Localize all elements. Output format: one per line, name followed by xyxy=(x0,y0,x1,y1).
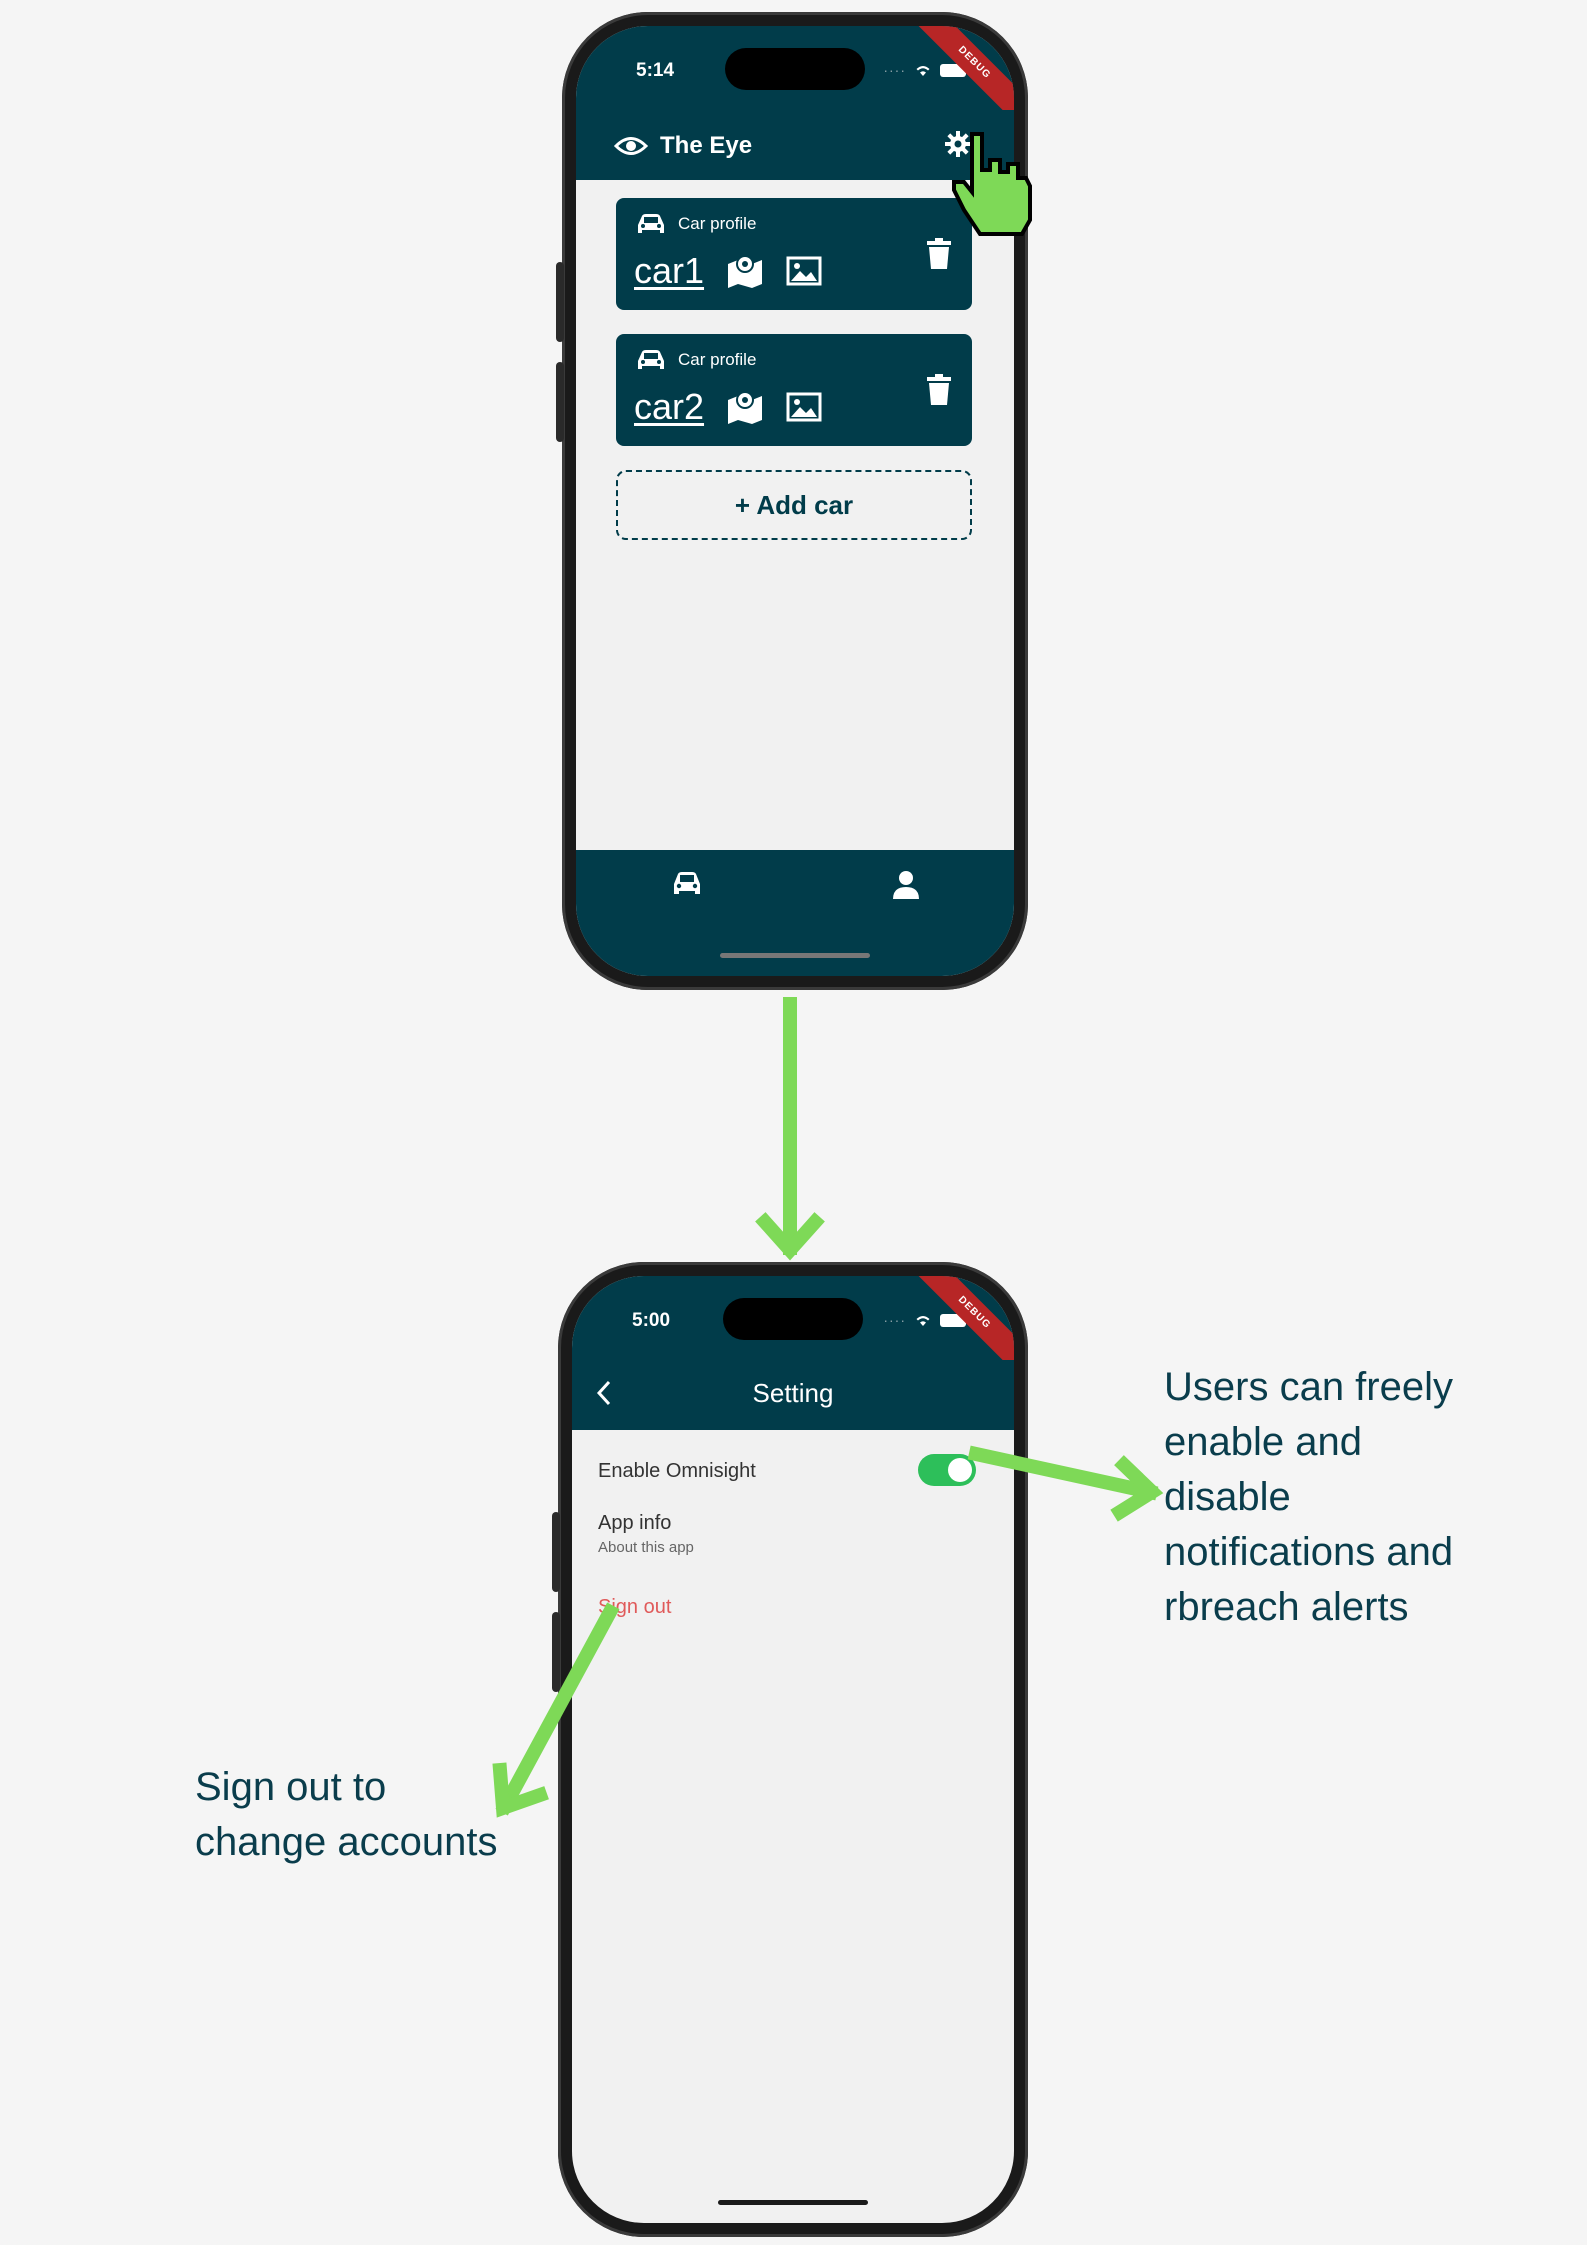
app-info-label: App info xyxy=(598,1512,672,1534)
sign-out-button[interactable]: Sign out xyxy=(598,1596,671,1619)
right-arrow-head xyxy=(1110,1455,1164,1522)
annotation-line: disable xyxy=(1164,1475,1291,1519)
car-card-label-row: Car profile xyxy=(634,212,756,236)
enable-omnisight-toggle[interactable] xyxy=(918,1454,976,1486)
car-profile-label: Car profile xyxy=(678,214,757,233)
map-icon[interactable] xyxy=(726,390,764,424)
app-title: The Eye xyxy=(660,132,753,159)
car-icon xyxy=(638,214,664,233)
phone-side-button xyxy=(556,362,564,442)
enable-omnisight-label: Enable Omnisight xyxy=(598,1460,756,1482)
enable-omnisight-row[interactable]: Enable Omnisight xyxy=(598,1430,1014,1510)
annotation-line: change accounts xyxy=(195,1820,498,1864)
car-icon[interactable] xyxy=(670,870,704,898)
left-arrow-head xyxy=(492,1762,549,1818)
annotation-line: Users can freely xyxy=(1164,1365,1453,1409)
wifi-icon xyxy=(916,66,930,76)
car-card[interactable]: Car profile car2 xyxy=(616,334,972,446)
dynamic-island xyxy=(725,48,865,90)
car-name-row: car2 xyxy=(634,386,822,428)
phone-settings-screen: 5:00 ···· DEBUG Setting Enable Omnisight… xyxy=(552,1262,1028,2237)
add-car-button[interactable]: + Add car xyxy=(616,470,972,540)
annotation-line: notifications and xyxy=(1164,1530,1454,1574)
status-time: 5:00 xyxy=(632,1310,671,1331)
car-card-label-row: Car profile xyxy=(634,348,756,372)
car-icon xyxy=(638,350,664,369)
dynamic-island xyxy=(723,1298,863,1340)
bottom-nav xyxy=(576,850,1014,976)
toggle-knob xyxy=(948,1458,972,1482)
annotation-line: Sign out to xyxy=(195,1765,387,1809)
annotation-line: rbreach alerts xyxy=(1164,1585,1409,1629)
signal-icon: ···· xyxy=(883,1312,906,1328)
trash-icon[interactable] xyxy=(926,238,952,270)
phone-side-button xyxy=(552,1512,560,1592)
map-icon[interactable] xyxy=(726,254,764,288)
car-name[interactable]: car2 xyxy=(634,386,704,428)
app-info-row[interactable]: App info About this app xyxy=(598,1512,694,1556)
status-icons: ···· xyxy=(883,62,966,78)
car-card[interactable]: Car profile car1 xyxy=(616,198,972,310)
car-name-row: car1 xyxy=(634,250,822,292)
trash-icon[interactable] xyxy=(926,374,952,406)
home-indicator xyxy=(718,2200,868,2205)
image-icon[interactable] xyxy=(786,392,822,422)
app-info-subtitle: About this app xyxy=(598,1539,694,1556)
car-profile-label: Car profile xyxy=(678,350,757,369)
user-icon[interactable] xyxy=(892,870,920,900)
app-bar: Setting xyxy=(572,1360,1014,1430)
home-indicator xyxy=(720,953,870,958)
image-icon[interactable] xyxy=(786,256,822,286)
annotation-line: enable and xyxy=(1164,1420,1362,1464)
phone-side-button xyxy=(556,262,564,342)
status-bar: 5:14 ···· DEBUG xyxy=(576,26,1014,129)
signal-icon: ···· xyxy=(883,62,906,78)
phone-side-button xyxy=(552,1612,560,1692)
hand-cursor-icon xyxy=(952,132,1032,236)
status-icons: ···· xyxy=(883,1312,966,1328)
add-car-label: + Add car xyxy=(734,489,854,520)
status-bar: 5:00 ···· DEBUG xyxy=(572,1276,1014,1379)
home-screen: 5:14 ···· DEBUG The Eye Car profile car1… xyxy=(576,26,1014,976)
eye-icon xyxy=(614,137,648,155)
annotation-toggle-description: Users can freely enable and disable noti… xyxy=(1164,1360,1453,1635)
down-arrow-head xyxy=(755,1212,825,1261)
car-name[interactable]: car1 xyxy=(634,250,704,292)
wifi-icon xyxy=(916,1316,930,1326)
app-bar: The Eye xyxy=(576,110,1014,180)
page-title: Setting xyxy=(752,1378,834,1408)
app-title-group: The Eye xyxy=(614,132,752,160)
settings-screen: 5:00 ···· DEBUG Setting Enable Omnisight… xyxy=(572,1276,1014,2223)
annotation-sign-out-description: Sign out to change accounts xyxy=(195,1760,497,1870)
status-time: 5:14 xyxy=(636,60,675,81)
